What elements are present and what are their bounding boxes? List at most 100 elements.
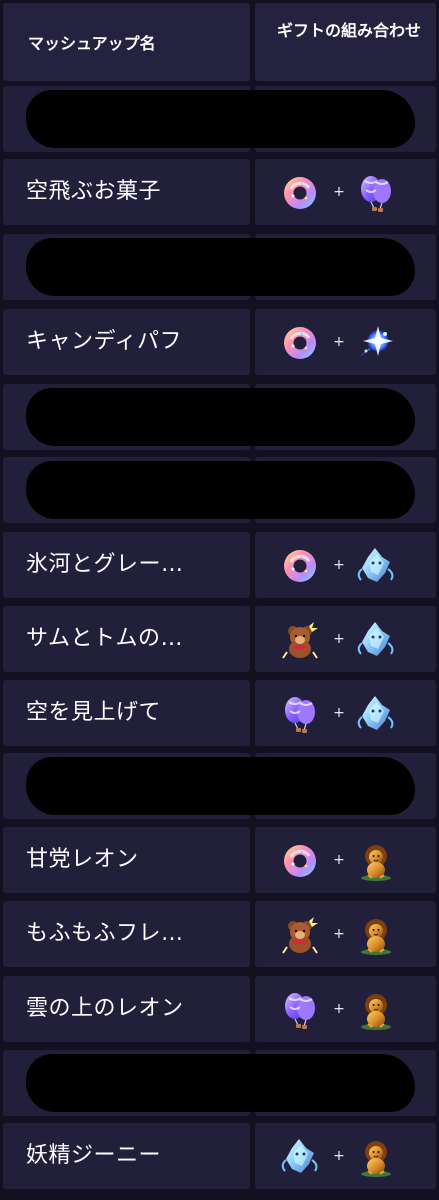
mashup-name: 空を見上げて	[26, 700, 162, 725]
mashup-gift-table: マッシュアップ名 ギフトの組み合わせ 空飛ぶお菓子 + キャンディパフ + 氷河…	[0, 0, 439, 1200]
ice-crystal-creature-icon	[357, 548, 394, 582]
header-mashup-name-cell: マッシュアップ名	[3, 3, 250, 81]
gift-combo-cell: +	[255, 309, 436, 375]
hot-air-balloon-icon	[285, 697, 315, 733]
mashup-name: サムとトムの…	[26, 626, 184, 651]
lion-icon	[361, 845, 391, 881]
donut-icon	[284, 327, 316, 359]
first-gift	[278, 692, 322, 736]
second-gift	[354, 1135, 398, 1179]
gift-combo-cell: +	[255, 827, 436, 893]
donut-icon	[284, 845, 316, 877]
mashup-name-header: マッシュアップ名	[28, 34, 156, 53]
ice-crystal-creature-icon	[281, 1139, 318, 1173]
ice-crystal-creature-icon	[357, 622, 394, 656]
plus-sign: +	[333, 184, 345, 200]
first-gift	[278, 171, 322, 215]
hot-air-balloon-icon	[285, 993, 315, 1029]
redaction-mark	[26, 1054, 415, 1112]
table-row: 雲の上のレオン +	[0, 976, 439, 1042]
table-header-row: マッシュアップ名 ギフトの組み合わせ	[0, 3, 439, 81]
gift-combo-cell: +	[255, 159, 436, 225]
gift-combo-cell: +	[255, 976, 436, 1042]
table-row: 空を見上げて +	[0, 680, 439, 746]
plus-sign: +	[333, 631, 345, 647]
mashup-name-cell: 雲の上のレオン	[3, 976, 250, 1042]
plus-sign: +	[333, 557, 345, 573]
table-row: もふもふフレ… +	[0, 901, 439, 967]
plus-sign: +	[333, 1148, 345, 1164]
gift-combination: +	[278, 1135, 408, 1179]
mashup-name: もふもふフレ…	[26, 921, 184, 946]
mashup-name-cell: 氷河とグレー…	[3, 532, 250, 598]
plus-sign: +	[333, 926, 345, 942]
mashup-name-cell: 妖精ジーニー	[3, 1123, 250, 1189]
mashup-name-cell: サムとトムの…	[3, 606, 250, 672]
gift-combination: +	[278, 321, 408, 365]
gift-combo-cell: +	[255, 1123, 436, 1189]
gift-combination: +	[278, 988, 408, 1032]
gift-combo-cell: +	[255, 680, 436, 746]
redaction-mark	[26, 461, 415, 519]
first-gift	[278, 913, 322, 957]
table-row	[0, 384, 439, 450]
second-gift	[354, 913, 398, 957]
mashup-name-cell: もふもふフレ…	[3, 901, 250, 967]
mashup-name-cell: 甘党レオン	[3, 827, 250, 893]
mashup-name: 妖精ジーニー	[26, 1143, 162, 1168]
second-gift	[354, 839, 398, 883]
table-row: 甘党レオン +	[0, 827, 439, 893]
table-row: 妖精ジーニー +	[0, 1123, 439, 1189]
mashup-name-cell: キャンディパフ	[3, 309, 250, 375]
redaction-mark	[26, 388, 415, 446]
gift-combo-cell: +	[255, 532, 436, 598]
table-row	[0, 457, 439, 523]
plus-sign: +	[333, 334, 345, 350]
first-gift	[278, 544, 322, 588]
plus-sign: +	[333, 852, 345, 868]
table-row	[0, 753, 439, 819]
mashup-name-cell: 空を見上げて	[3, 680, 250, 746]
first-gift	[278, 839, 322, 883]
ice-crystal-creature-icon	[357, 696, 394, 730]
first-gift	[278, 321, 322, 365]
hot-air-balloon-icon	[361, 176, 391, 212]
second-gift	[354, 321, 398, 365]
mashup-name-cell: 空飛ぶお菓子	[3, 159, 250, 225]
mashup-name: 氷河とグレー…	[26, 552, 184, 577]
mashup-name: キャンディパフ	[26, 329, 182, 354]
gift-combination: +	[278, 913, 408, 957]
table-row: 空飛ぶお菓子 +	[0, 159, 439, 225]
first-gift	[278, 1135, 322, 1179]
lion-icon	[361, 994, 391, 1030]
gift-combination: +	[278, 692, 408, 736]
gift-combination: +	[278, 171, 408, 215]
table-row	[0, 1050, 439, 1116]
table-row	[0, 86, 439, 152]
lion-icon	[361, 919, 391, 955]
table-row: 氷河とグレー… +	[0, 532, 439, 598]
gift-combo-cell: +	[255, 901, 436, 967]
mashup-name: 雲の上のレオン	[26, 996, 184, 1021]
first-gift	[278, 618, 322, 662]
sparkle-comet-icon	[359, 326, 393, 357]
table-row: キャンディパフ +	[0, 309, 439, 375]
first-gift	[278, 988, 322, 1032]
lion-icon	[361, 1141, 391, 1177]
teddy-bear-icon	[282, 917, 318, 954]
redaction-mark	[26, 757, 415, 815]
second-gift	[354, 171, 398, 215]
gift-combination: +	[278, 544, 408, 588]
second-gift	[354, 618, 398, 662]
teddy-bear-icon	[282, 622, 318, 659]
gift-combo-header: ギフトの組み合わせ	[277, 21, 422, 40]
plus-sign: +	[333, 1001, 345, 1017]
redaction-mark	[26, 90, 415, 148]
redaction-mark	[26, 238, 415, 296]
plus-sign: +	[333, 705, 345, 721]
table-row: サムとトムの… +	[0, 606, 439, 672]
gift-combination: +	[278, 618, 408, 662]
donut-icon	[284, 177, 316, 209]
second-gift	[354, 544, 398, 588]
second-gift	[354, 988, 398, 1032]
